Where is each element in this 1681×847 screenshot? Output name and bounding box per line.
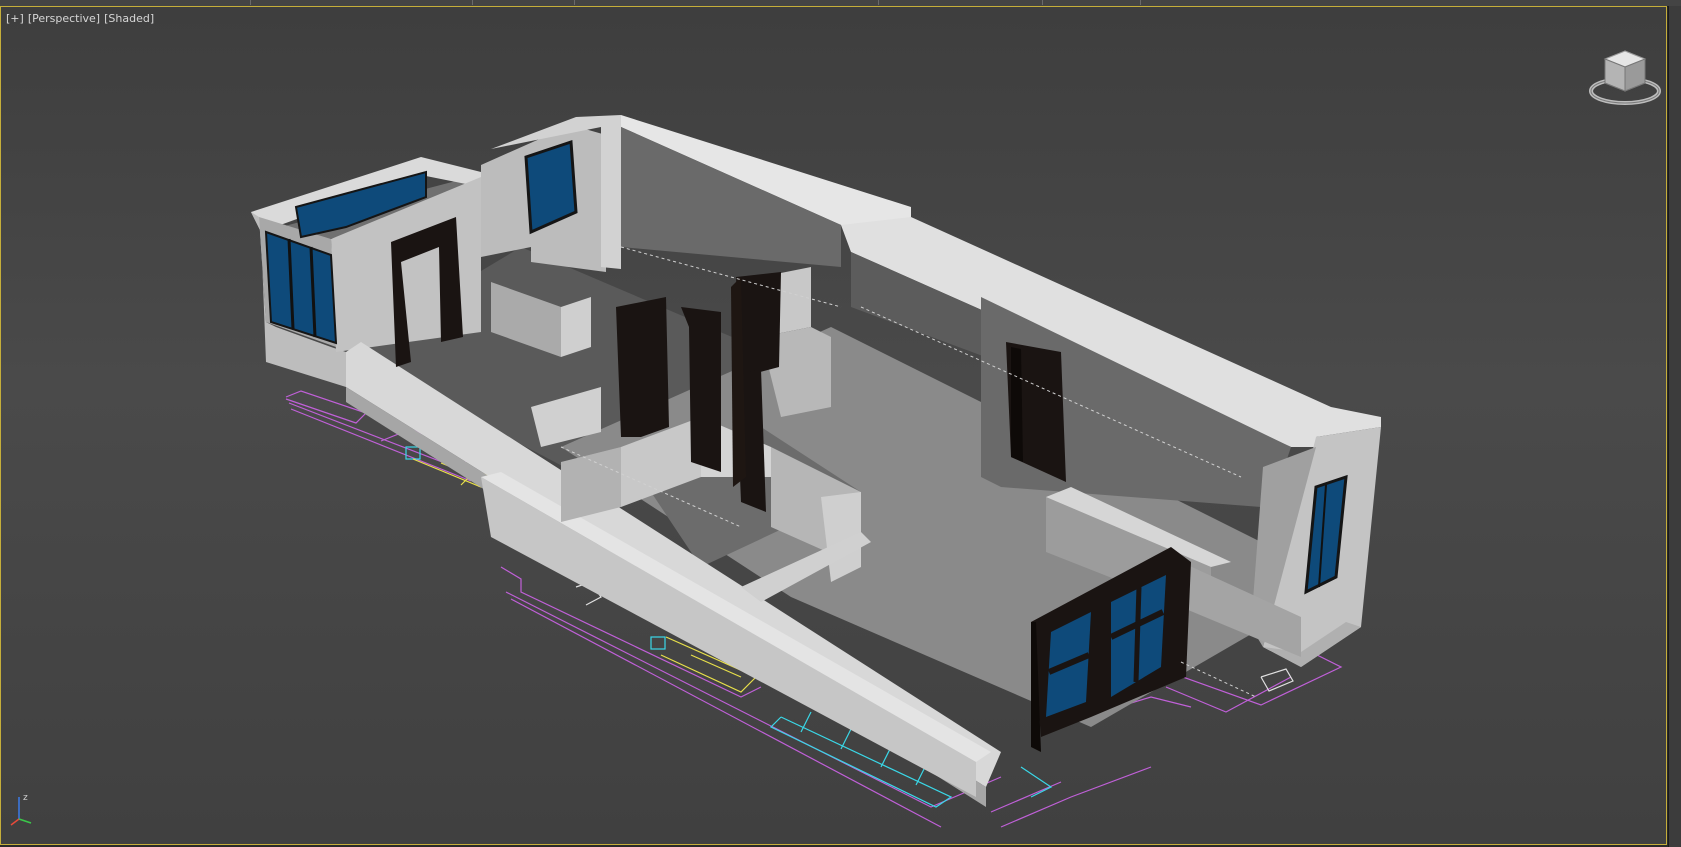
viewport-label-bar: [+] [Perspective] [Shaded] bbox=[6, 12, 154, 25]
toolbar-separator bbox=[250, 0, 251, 5]
axis-tripod-icon: z bbox=[9, 789, 39, 829]
toolbar-separator bbox=[1042, 0, 1043, 5]
toolbar-separator bbox=[574, 0, 575, 5]
toolbar-separator bbox=[472, 0, 473, 5]
viewport-shading-label[interactable]: [Shaded] bbox=[104, 12, 154, 25]
toolbar-separator bbox=[878, 0, 879, 5]
scene-canvas[interactable] bbox=[1, 7, 1667, 845]
toolbar-separator bbox=[1140, 0, 1141, 5]
viewport-view-label[interactable]: [Perspective] bbox=[28, 12, 100, 25]
viewport-menu-button[interactable]: [+] bbox=[6, 12, 24, 25]
axis-z-label: z bbox=[23, 793, 28, 803]
command-panel-edge bbox=[1668, 6, 1681, 847]
viewcube-icon[interactable] bbox=[1585, 41, 1665, 111]
max-application: [+] [Perspective] [Shaded] z bbox=[0, 0, 1681, 847]
perspective-viewport[interactable]: [+] [Perspective] [Shaded] z bbox=[0, 6, 1667, 845]
